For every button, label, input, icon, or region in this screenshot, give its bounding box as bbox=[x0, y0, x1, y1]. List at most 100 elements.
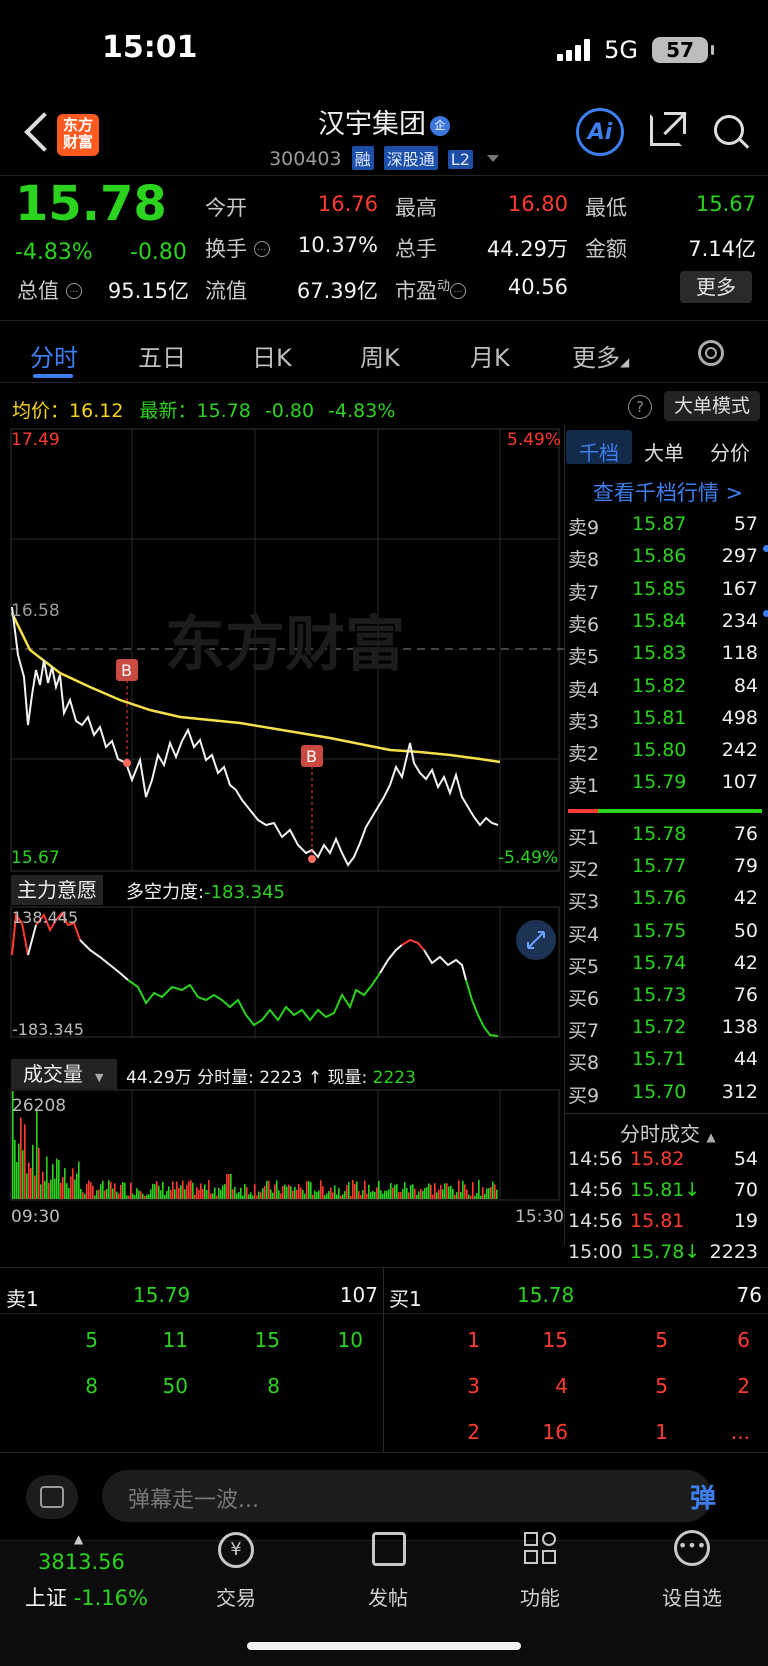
volume-bar bbox=[78, 1161, 80, 1199]
detail-sell-label: 卖1 bbox=[6, 1287, 39, 1311]
volume-summary: 44.29万 分时量: 2223 ↑ 现量: 2223 bbox=[126, 1063, 416, 1088]
volume-bar bbox=[288, 1184, 290, 1199]
danmaku-send-icon[interactable]: 弹 bbox=[690, 1478, 716, 1515]
volume-bar bbox=[54, 1178, 56, 1199]
index-value[interactable]: 3813.56 bbox=[38, 1550, 125, 1574]
price-info-row: 均价：16.12 最新：15.78 -0.80 -4.83% bbox=[12, 396, 395, 423]
bottom-tab-trade[interactable]: 交易 bbox=[186, 1582, 286, 1611]
volume-bar bbox=[220, 1189, 222, 1199]
tab-daily-k[interactable]: 日K bbox=[252, 338, 292, 373]
order-tab-level[interactable]: 千档 bbox=[579, 437, 619, 466]
volume-bar bbox=[382, 1193, 384, 1199]
ask-row[interactable]: 卖3 15.81 498 bbox=[568, 707, 762, 739]
intent-selector[interactable]: 主力意愿 bbox=[11, 875, 103, 905]
volume-bar bbox=[488, 1188, 490, 1199]
tab-monthly-k[interactable]: 月K bbox=[470, 338, 510, 373]
volume-bar bbox=[344, 1191, 346, 1199]
comment-mode-button[interactable] bbox=[26, 1475, 78, 1519]
index-name: 上证 bbox=[25, 1586, 67, 1610]
volume-bar bbox=[22, 1150, 24, 1199]
volume-bar bbox=[122, 1182, 124, 1199]
info-icon[interactable]: … bbox=[450, 283, 467, 299]
volume-bar bbox=[358, 1191, 360, 1199]
tab-weekly-k[interactable]: 周K bbox=[360, 338, 400, 373]
bid-row[interactable]: 买4 15.75 50 bbox=[568, 920, 762, 952]
volume-bar bbox=[134, 1195, 136, 1199]
big-order-mode-button[interactable]: 大单模式 bbox=[664, 391, 760, 421]
ai-button[interactable]: Ai bbox=[576, 108, 624, 156]
more-button[interactable]: 更多 bbox=[680, 271, 752, 303]
volume-bar bbox=[138, 1190, 140, 1199]
comment-input[interactable]: 弹幕走一波... bbox=[102, 1470, 712, 1522]
stock-code-line[interactable]: 300403 融 深股通 L2 bbox=[0, 146, 768, 170]
volume-bar bbox=[242, 1195, 244, 1199]
volume-bar bbox=[18, 1143, 20, 1199]
ask-row[interactable]: 卖5 15.83 118 bbox=[568, 642, 762, 674]
ask-row[interactable]: 卖7 15.85 167 bbox=[568, 578, 762, 610]
bid-row[interactable]: 买7 15.72 138 bbox=[568, 1016, 762, 1048]
bid-row[interactable]: 买9 15.70 312 bbox=[568, 1081, 762, 1113]
buy-detail-cell: 1 bbox=[655, 1420, 668, 1444]
dropdown-icon bbox=[486, 155, 499, 162]
volume-bar bbox=[186, 1184, 188, 1199]
bid-row[interactable]: 买5 15.74 42 bbox=[568, 952, 762, 984]
bid-price: 15.75 bbox=[632, 919, 687, 942]
order-tab-price[interactable]: 分价 bbox=[710, 437, 750, 466]
trades-title[interactable]: 分时成交 ▲ bbox=[620, 1118, 716, 1147]
ask-row[interactable]: 卖9 15.87 57 bbox=[568, 513, 762, 545]
volume-bar bbox=[74, 1179, 76, 1199]
volume-bar bbox=[82, 1192, 84, 1199]
bottom-tab-function[interactable]: 功能 bbox=[490, 1582, 590, 1611]
bid-row[interactable]: 买1 15.78 76 bbox=[568, 823, 762, 855]
bid-row[interactable]: 买3 15.76 42 bbox=[568, 887, 762, 919]
ask-row[interactable]: 卖1 15.79 107 bbox=[568, 771, 762, 803]
tag-level2: L2 bbox=[447, 150, 473, 169]
info-icon[interactable]: … bbox=[253, 241, 270, 257]
avg-value: 16.12 bbox=[69, 400, 124, 422]
volume-bar bbox=[476, 1193, 478, 1199]
ask-row[interactable]: 卖8 15.86 297 bbox=[568, 545, 768, 577]
info-icon[interactable]: … bbox=[65, 283, 82, 299]
volume-bar bbox=[148, 1194, 150, 1199]
bid-row[interactable]: 买6 15.73 76 bbox=[568, 984, 762, 1016]
volume-bar bbox=[480, 1195, 482, 1199]
buy-marker-dot bbox=[308, 855, 316, 863]
bid-volume: 44 bbox=[733, 1048, 758, 1071]
volume-bar bbox=[160, 1190, 162, 1199]
ask-row[interactable]: 卖6 15.84 234 bbox=[568, 609, 768, 642]
latest-value: 15.78 bbox=[196, 400, 251, 422]
bid-price: 15.77 bbox=[632, 855, 687, 878]
volume-bar bbox=[208, 1180, 210, 1199]
volume-bar bbox=[484, 1194, 486, 1199]
ask-row[interactable]: 卖2 15.80 242 bbox=[568, 739, 762, 771]
bid-row[interactable]: 买8 15.71 44 bbox=[568, 1048, 762, 1080]
open-label: 今开 bbox=[205, 196, 247, 220]
volume-bar bbox=[66, 1183, 68, 1199]
tab-more-caret-icon: ◢ bbox=[620, 355, 630, 369]
pe-label: 市盈动… bbox=[395, 275, 467, 305]
volume-bar bbox=[360, 1194, 362, 1199]
intraday-charts[interactable]: 东方财富 B B 17.49 16.58 15.67 5.49% -5.49% … bbox=[0, 425, 566, 1245]
pct-axis-bottom: -5.49% bbox=[498, 848, 558, 868]
order-tab-big[interactable]: 大单 bbox=[644, 437, 684, 466]
index-line[interactable]: 上证 -1.16% bbox=[25, 1582, 148, 1612]
bottom-tab-watchlist[interactable]: 设自选 bbox=[642, 1582, 742, 1611]
help-icon[interactable]: ? bbox=[628, 395, 652, 419]
bid-row[interactable]: 买2 15.77 79 bbox=[568, 855, 762, 887]
volume-bar bbox=[322, 1186, 324, 1199]
volume-bar bbox=[216, 1195, 218, 1199]
pe-value: 40.56 bbox=[507, 275, 568, 299]
bid-label: 买2 bbox=[568, 859, 600, 882]
caret-up-icon: ▲ bbox=[706, 1130, 716, 1144]
pe-sup: 动 bbox=[437, 279, 451, 294]
tab-five-day[interactable]: 五日 bbox=[138, 338, 186, 373]
view-depth-link[interactable]: 查看千档行情 > bbox=[568, 477, 768, 507]
turnover-value: 10.37% bbox=[297, 233, 378, 257]
volume-selector[interactable]: 成交量 ▼ bbox=[11, 1059, 117, 1089]
bottom-tab-post[interactable]: 发帖 bbox=[338, 1582, 438, 1611]
tab-more[interactable]: 更多◢ bbox=[572, 338, 629, 373]
volume-bar bbox=[168, 1186, 170, 1199]
volume-bar bbox=[256, 1195, 258, 1199]
tab-intraday[interactable]: 分时 bbox=[30, 338, 78, 373]
ask-row[interactable]: 卖4 15.82 84 bbox=[568, 675, 762, 707]
